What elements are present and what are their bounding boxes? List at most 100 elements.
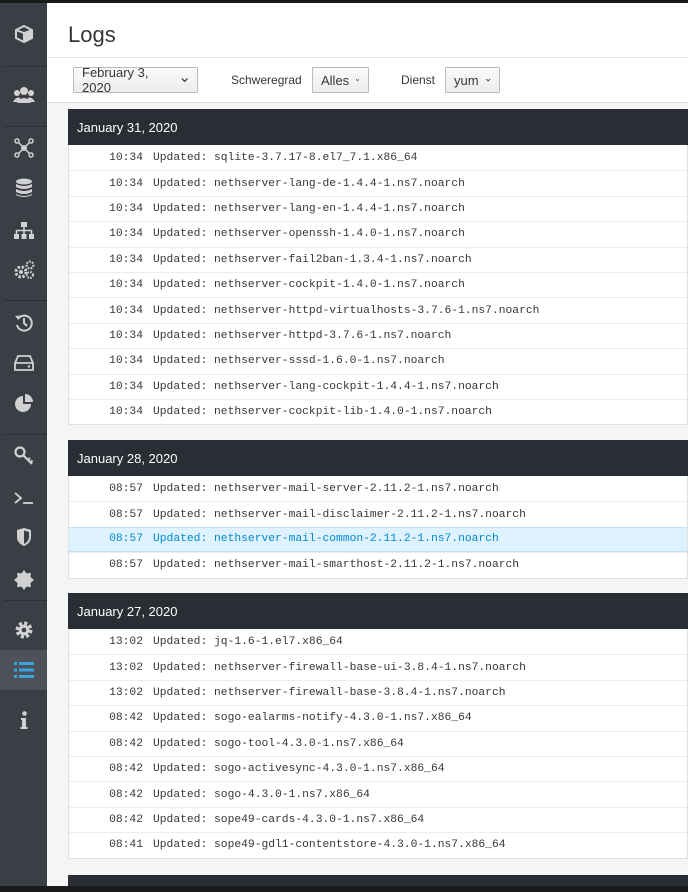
log-row[interactable]: 08:42 Updated: sogo-4.3.0-1.ns7.x86_64 [69,781,687,806]
log-time: 08:57 [109,533,143,546]
log-row[interactable]: 10:34 Updated: nethserver-fail2ban-1.3.4-… [69,246,687,272]
log-time: 08:42 [109,763,143,776]
nav-database[interactable] [0,169,47,207]
log-group-header: January 28, 2020 [68,440,688,476]
log-list: 13:02 Updated: jq-1.6-1.el7.x86_64 13:02 U… [68,629,688,859]
nav-cube[interactable] [0,15,47,53]
log-message: Updated: sope49-gdl1-contentstore-4.3.0-… [153,839,506,852]
log-message: Updated: nethserver-lang-en-1.4.4-1.ns7.… [153,202,465,215]
page-title: Logs [68,22,116,47]
log-row[interactable]: 10:34 Updated: nethserver-httpd-virtualho… [69,297,687,322]
log-message: Updated: sogo-4.3.0-1.ns7.x86_64 [153,788,370,801]
log-message: Updated: nethserver-mail-server-2.11.2-1… [153,482,499,495]
sitemap-icon [13,222,34,239]
log-row[interactable]: 10:34 Updated: nethserver-openssh-1.4.0-1… [69,221,687,246]
log-row[interactable]: 08:57 Updated: nethserver-mail-smarthost-… [69,552,687,577]
log-message: Updated: nethserver-firewall-base-ui-3.8… [153,661,526,674]
severity-select-value: Alles [321,72,350,88]
filter-bar: February 3, 2020 Schweregrad Alles Diens… [47,58,688,103]
log-row[interactable]: 10:34 Updated: nethserver-cockpit-1.4.0-1… [69,271,687,297]
nav-cogs[interactable] [0,251,47,289]
log-time: 10:34 [109,253,143,266]
main-content: Logs February 3, 2020 Schweregrad Alles … [47,3,688,892]
log-message: Updated: nethserver-httpd-3.7.6-1.ns7.no… [153,329,452,342]
log-row[interactable]: 10:34 Updated: nethserver-sssd-1.6.0-1.ns… [69,348,687,373]
log-message: Updated: sogo-tool-4.3.0-1.ns7.x86_64 [153,737,404,750]
log-group-date: January 27, 2020 [77,603,178,619]
log-time: 10:34 [109,228,143,241]
log-row[interactable]: 10:34 Updated: sqlite-3.7.17-8.el7_7.1.x8… [69,145,687,170]
log-row[interactable]: 10:34 Updated: nethserver-httpd-3.7.6-1.n… [69,322,687,348]
log-row[interactable]: 10:34 Updated: nethserver-cockpit-lib-1.4… [69,398,687,424]
chevron-down-icon [485,78,491,82]
users-icon [12,87,35,103]
log-row-highlighted[interactable]: 08:57 Updated: nethserver-mail-common-2.1… [69,526,687,553]
log-message: Updated: sqlite-3.7.17-8.el7_7.1.x86_64 [153,151,418,164]
log-list: 10:34 Updated: sqlite-3.7.17-8.el7_7.1.x8… [68,145,688,426]
history-icon [14,314,33,332]
terminal-icon [13,492,33,504]
key-icon [13,446,33,465]
log-row[interactable]: 13:02 Updated: nethserver-firewall-base-u… [69,654,687,679]
log-row[interactable]: 08:57 Updated: nethserver-mail-server-2.1… [69,476,687,501]
service-select-value: yum [454,72,479,88]
database-icon [15,178,32,197]
log-time: 08:42 [109,788,143,801]
nav-storage[interactable] [0,344,47,382]
log-row[interactable]: 08:42 Updated: sogo-activesync-4.3.0-1.ns… [69,755,687,781]
page-header: Logs [47,3,688,58]
log-row[interactable]: 10:34 Updated: nethserver-lang-de-1.4.4-1… [69,170,687,195]
log-row[interactable]: 08:42 Updated: sogo-tool-4.3.0-1.ns7.x86_… [69,730,687,756]
log-message: Updated: nethserver-mail-disclaimer-2.11… [153,508,526,521]
log-time: 08:42 [109,712,143,725]
log-time: 08:41 [109,839,143,852]
log-time: 10:34 [109,380,143,393]
nav-network[interactable] [0,129,47,167]
log-time: 08:42 [109,737,143,750]
log-row[interactable]: 10:34 Updated: nethserver-lang-cockpit-1.… [69,373,687,399]
log-group-date: January 31, 2020 [77,119,178,135]
nav-statistics[interactable] [0,384,47,422]
log-time: 10:34 [109,177,143,190]
log-row[interactable]: 08:42 Updated: sope49-cards-4.3.0-1.ns7.x… [69,806,687,832]
severity-select[interactable]: Alles [312,67,369,93]
cogs-icon [14,260,35,279]
nav-settings[interactable] [0,611,47,649]
log-message: Updated: nethserver-lang-cockpit-1.4.4-1… [153,380,499,393]
log-row[interactable]: 13:02 Updated: nethserver-firewall-base-3… [69,679,687,705]
log-message: Updated: nethserver-sssd-1.6.0-1.ns7.noa… [153,355,445,368]
storage-icon [13,355,34,371]
log-message: Updated: sope49-cards-4.3.0-1.ns7.x86_64 [153,813,425,826]
log-time: 10:34 [109,279,143,292]
date-select[interactable]: February 3, 2020 [73,65,198,95]
log-message: Updated: nethserver-fail2ban-1.3.4-1.ns7… [153,253,472,266]
cube-icon [14,24,33,44]
log-message: Updated: nethserver-mail-smarthost-2.11.… [153,559,520,572]
nav-logs[interactable] [0,650,47,690]
log-time: 10:34 [109,304,143,317]
log-time: 10:34 [109,151,143,164]
info-icon [20,711,27,729]
nav-security[interactable] [0,518,47,556]
log-message: Updated: sogo-activesync-4.3.0-1.ns7.x86… [153,763,445,776]
gear-icon [15,621,32,639]
log-message: Updated: nethserver-mail-common-2.11.2-1… [153,533,499,546]
log-row[interactable]: 08:42 Updated: sogo-ealarms-notify-4.3.0-… [69,705,687,730]
log-group-header: January 27, 2020 [68,593,688,629]
nav-certificates[interactable] [0,561,47,599]
service-select[interactable]: yum [445,67,500,93]
log-message: Updated: sogo-ealarms-notify-4.3.0-1.ns7… [153,712,472,725]
log-message: Updated: nethserver-cockpit-lib-1.4.0-1.… [153,406,492,419]
log-list: 08:57 Updated: nethserver-mail-server-2.1… [68,476,688,579]
log-row[interactable]: 13:02 Updated: jq-1.6-1.el7.x86_64 [69,629,687,654]
nav-sitemap[interactable] [0,212,47,250]
nav-keys[interactable] [0,437,47,475]
nav-terminal[interactable] [0,479,47,517]
nav-users[interactable] [0,76,47,114]
shield-icon [16,528,31,546]
nav-info[interactable] [0,701,47,739]
log-row[interactable]: 10:34 Updated: nethserver-lang-en-1.4.4-1… [69,195,687,221]
nav-history[interactable] [0,304,47,342]
log-row[interactable]: 08:41 Updated: sope49-gdl1-contentstore-4… [69,832,687,857]
log-row[interactable]: 08:57 Updated: nethserver-mail-disclaimer… [69,501,687,526]
